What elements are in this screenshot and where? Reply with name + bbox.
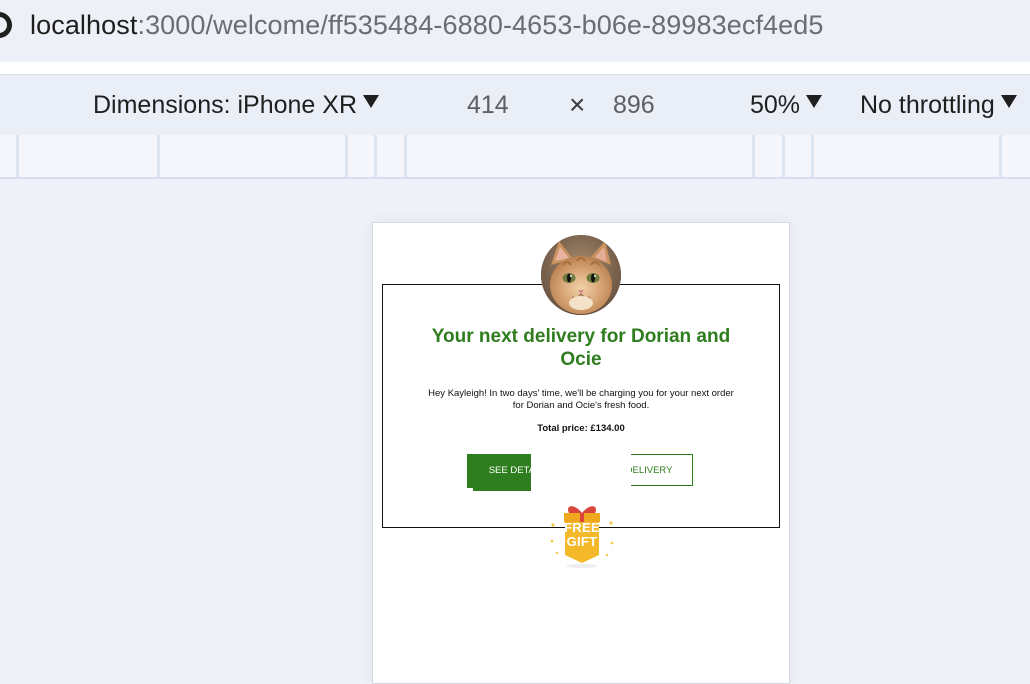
ruler-tick [999, 135, 1002, 177]
gift-label: FREE GIFT [547, 521, 617, 549]
dropdown-caret-icon [363, 95, 380, 108]
toolbar-divider [0, 62, 1030, 74]
total-price: Total price: £134.00 [537, 423, 625, 434]
zoom-label: 50% [750, 91, 801, 119]
ruler-tick [157, 135, 160, 177]
delivery-heading: Your next delivery for Dorian and Ocie [431, 326, 731, 370]
gift-backdrop [531, 435, 631, 495]
url-path: :3000/welcome/ff535484-6880-4653-b06e-89… [137, 10, 824, 40]
height-input[interactable]: 896 [613, 91, 655, 120]
dropdown-caret-icon [1000, 95, 1017, 108]
url-host: localhost [30, 10, 138, 40]
throttling-dropdown[interactable]: No throttling [860, 91, 1017, 120]
device-dimensions-dropdown[interactable]: Dimensions: iPhone XR [93, 91, 380, 120]
device-viewport: Your next delivery for Dorian and Ocie H… [372, 222, 790, 684]
device-dimensions-label: Dimensions: iPhone XR [93, 91, 358, 119]
media-query-ruler[interactable] [0, 135, 1030, 179]
cat-avatar-image [541, 235, 621, 315]
times-icon: × [569, 89, 586, 120]
free-gift-icon[interactable]: FREE GIFT [547, 503, 617, 569]
dropdown-caret-icon [806, 95, 823, 108]
ruler-tick [374, 135, 377, 177]
gift-label-line2: GIFT [566, 534, 598, 549]
throttling-label: No throttling [860, 91, 995, 119]
device-toolbar: Dimensions: iPhone XR 414 × 896 50% No t… [0, 74, 1030, 136]
ruler-tick [404, 135, 407, 177]
url-text[interactable]: localhost:3000/welcome/ff535484-6880-465… [30, 10, 824, 41]
delivery-message: Hey Kayleigh! In two days' time, we'll b… [428, 388, 734, 411]
gift-label-line1: FREE [564, 520, 600, 535]
ruler-tick [782, 135, 785, 177]
ruler-tick [811, 135, 814, 177]
ruler-tick [752, 135, 755, 177]
ruler-tick [345, 135, 348, 177]
site-info-icon[interactable] [0, 12, 12, 38]
ruler-tick [16, 135, 19, 177]
address-bar[interactable]: localhost:3000/welcome/ff535484-6880-465… [0, 0, 1030, 63]
width-input[interactable]: 414 [467, 91, 509, 120]
zoom-dropdown[interactable]: 50% [750, 91, 823, 120]
